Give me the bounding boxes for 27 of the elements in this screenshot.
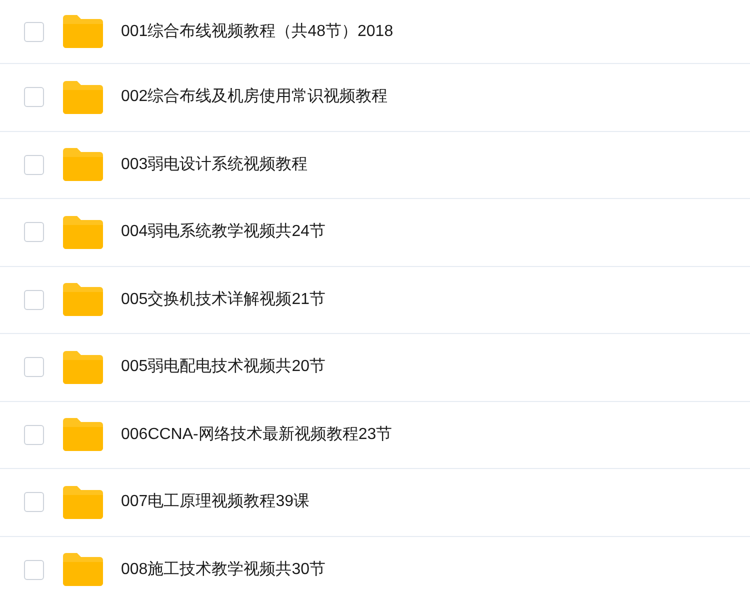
folder-icon: [63, 148, 103, 182]
checkbox[interactable]: [24, 357, 44, 378]
checkbox[interactable]: [24, 290, 44, 310]
folder-name[interactable]: 005交换机技术详解视频21节: [121, 288, 326, 312]
folder-icon: [63, 486, 103, 519]
checkbox[interactable]: [24, 560, 44, 580]
folder-name[interactable]: 001综合布线视频教程（共48节）2018: [121, 20, 394, 44]
folder-name[interactable]: 004弱电系统教学视频共24节: [121, 220, 326, 244]
folder-icon: [63, 15, 103, 48]
folder-name[interactable]: 002综合布线及机房使用常识视频教程: [121, 85, 388, 110]
checkbox[interactable]: [24, 22, 44, 42]
checkbox[interactable]: [24, 222, 44, 242]
folder-icon: [63, 553, 103, 586]
folder-icon: [63, 80, 103, 114]
checkbox[interactable]: [24, 492, 44, 512]
checkbox[interactable]: [24, 154, 44, 175]
folder-icon: [63, 350, 103, 384]
folder-name[interactable]: 007电工原理视频教程39课: [121, 490, 310, 514]
folder-icon: [63, 418, 103, 452]
folder-name[interactable]: 005弱电配电技术视频共20节: [121, 355, 326, 380]
folder-icon: [63, 216, 103, 249]
checkbox[interactable]: [24, 424, 44, 445]
checkbox[interactable]: [24, 87, 44, 108]
folder-name[interactable]: 006CCNA-网络技术最新视频教程23节: [121, 422, 392, 447]
folder-name[interactable]: 003弱电设计系统视频教程: [121, 152, 308, 177]
folder-name[interactable]: 008施工技术教学视频共30节: [121, 558, 326, 582]
folder-icon: [63, 283, 103, 316]
